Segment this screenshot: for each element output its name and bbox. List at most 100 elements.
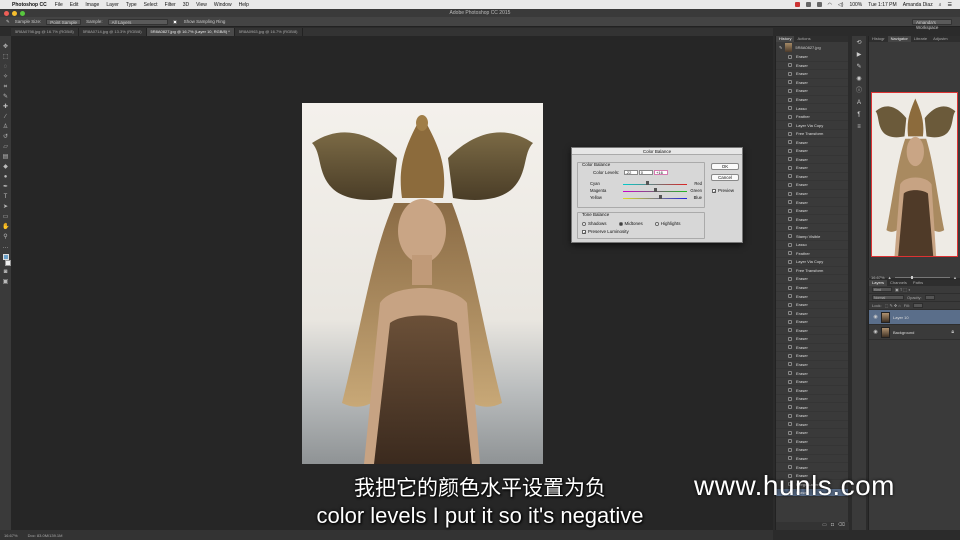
history-item[interactable]: Layer Via Copy [776, 121, 848, 130]
history-item[interactable]: Eraser [776, 173, 848, 182]
minimize-icon[interactable] [12, 10, 17, 16]
menu-3d[interactable]: 3D [183, 2, 189, 8]
shadows-option[interactable]: Shadows [582, 221, 607, 226]
preserve-checkbox[interactable]: ✓ [582, 229, 586, 234]
tab-history[interactable]: History [776, 36, 795, 42]
zoom-slider[interactable] [894, 275, 951, 279]
menu-type[interactable]: Type [126, 2, 137, 8]
marquee-icon[interactable]: ⬚ [2, 54, 9, 61]
history-item[interactable]: Layer Via Copy [776, 258, 848, 267]
eyedropper-icon[interactable]: ✎ [2, 94, 9, 101]
slider-thumb[interactable] [653, 188, 657, 192]
search-icon[interactable]: ⌕ [939, 2, 942, 8]
list-icon[interactable]: ☰ [948, 2, 952, 8]
history-item[interactable]: Eraser [776, 87, 848, 96]
zoom-icon[interactable] [20, 10, 25, 16]
tab-libraries[interactable]: Librarie [911, 36, 930, 42]
menu-image[interactable]: Image [85, 2, 99, 8]
layer-row[interactable]: ◉ Layer 10 [869, 310, 960, 325]
history-item[interactable]: Eraser [776, 79, 848, 88]
zoom-tool-icon[interactable]: ⚲ [2, 234, 9, 241]
status-icon[interactable] [805, 2, 811, 7]
slider-cyan-red[interactable]: Cyan Red [590, 181, 702, 187]
level-cyan-red-input[interactable]: -22 [623, 170, 638, 175]
history-item[interactable]: Eraser [776, 181, 848, 190]
document-photo[interactable] [302, 103, 543, 464]
midtones-option[interactable]: Midtones [618, 221, 643, 226]
show-ring-checkbox[interactable] [172, 19, 177, 24]
status-icon[interactable] [794, 2, 800, 7]
history-item[interactable]: Eraser [776, 275, 848, 284]
history-item[interactable]: Eraser [776, 138, 848, 148]
history-item[interactable]: Eraser [776, 438, 848, 447]
sample-select[interactable]: All Layers [107, 18, 168, 25]
layer-row[interactable]: ◉ Background 🔒︎ [869, 325, 960, 340]
slider-yellow-blue[interactable]: Yellow Blue [590, 195, 702, 201]
doc-tab[interactable]: 5R8A0798.jpg @ 16.7% (RGB/8) [11, 28, 79, 36]
doc-tab[interactable]: 5R8A0714.jpg @ 13.3% (RGB/8) [79, 28, 147, 36]
highlights-option[interactable]: Highlights [654, 221, 681, 226]
app-menu[interactable]: Photoshop CC [12, 2, 47, 8]
user-name[interactable]: Amanda Diaz [903, 2, 933, 8]
canvas-area[interactable] [11, 36, 773, 530]
background-color[interactable] [4, 260, 11, 266]
lock-icons[interactable]: ⬚ ✎ ✥ ⌂ [885, 303, 901, 308]
eye-icon[interactable]: ◉ [873, 329, 878, 335]
history-item[interactable]: Eraser [776, 386, 848, 395]
history-item[interactable]: Free Transform [776, 267, 848, 276]
tab-actions[interactable]: Actions [794, 36, 813, 42]
preview-option[interactable]: ✓ Preview [712, 188, 734, 193]
history-item[interactable]: Eraser [776, 164, 848, 173]
history-item[interactable]: Eraser [776, 147, 848, 156]
history-item[interactable]: Eraser [776, 70, 848, 79]
eye-icon[interactable]: ◉ [873, 314, 878, 320]
history-item[interactable]: Eraser [776, 318, 848, 327]
history-item[interactable]: Stamp Visible [776, 232, 848, 242]
zoom-out-icon[interactable]: ▲ [888, 275, 892, 280]
history-item[interactable]: Feather [776, 113, 848, 122]
history-item[interactable]: Eraser [776, 309, 848, 318]
highlights-radio[interactable] [654, 221, 659, 226]
close-icon[interactable] [4, 10, 9, 16]
history-item[interactable]: Eraser [776, 62, 848, 71]
slider-track[interactable] [623, 198, 687, 199]
filter-icons[interactable]: ▣ T ⬚ ◐ [895, 287, 911, 292]
history-item[interactable]: Eraser [776, 395, 848, 404]
shape-icon[interactable]: ▭ [2, 214, 9, 221]
more-tools-icon[interactable]: … [2, 244, 9, 251]
menu-select[interactable]: Select [144, 2, 158, 8]
menu-view[interactable]: View [196, 2, 207, 8]
quick-mask-icon[interactable]: ◙ [2, 269, 9, 276]
dodge-icon[interactable]: ● [2, 174, 9, 181]
history-item[interactable]: Eraser [776, 156, 848, 165]
history-item[interactable]: Lasso [776, 241, 848, 250]
history-item[interactable]: Eraser [776, 198, 848, 207]
history-item[interactable]: Eraser [776, 361, 848, 370]
history-item[interactable]: Eraser [776, 352, 848, 361]
shadows-radio[interactable] [582, 221, 586, 226]
navigator-preview[interactable] [871, 92, 958, 257]
history-item[interactable]: Eraser [776, 344, 848, 353]
blend-mode-select[interactable]: Normal [872, 295, 904, 300]
history-item[interactable]: Eraser [776, 429, 848, 438]
battery-percent[interactable]: 100% [849, 2, 862, 8]
history-item[interactable]: Eraser [776, 327, 848, 336]
sample-size-select[interactable]: Point Sample [46, 18, 82, 25]
history-item[interactable]: Eraser [776, 284, 848, 293]
properties-icon[interactable]: ≡ [856, 124, 863, 131]
play-icon[interactable]: ▶ [856, 52, 863, 59]
trash-icon[interactable]: ⌫ [838, 522, 845, 530]
history-icon[interactable]: ⟲ [856, 40, 863, 47]
history-item[interactable]: Lasso [776, 104, 848, 113]
clone-source-icon[interactable]: ◉ [856, 76, 863, 83]
history-item[interactable]: Eraser [776, 369, 848, 378]
tab-paths[interactable]: Paths [910, 280, 926, 286]
tab-layers[interactable]: Layers [869, 280, 888, 286]
opacity-field[interactable] [924, 295, 935, 300]
history-item[interactable]: Eraser [776, 301, 848, 310]
fill-field[interactable] [913, 303, 924, 308]
paragraph-icon[interactable]: ¶ [856, 112, 863, 119]
zoom-in-icon[interactable]: ▲ [953, 275, 957, 280]
tab-channels[interactable]: Channels [887, 280, 910, 286]
history-item[interactable]: Eraser [776, 53, 848, 62]
